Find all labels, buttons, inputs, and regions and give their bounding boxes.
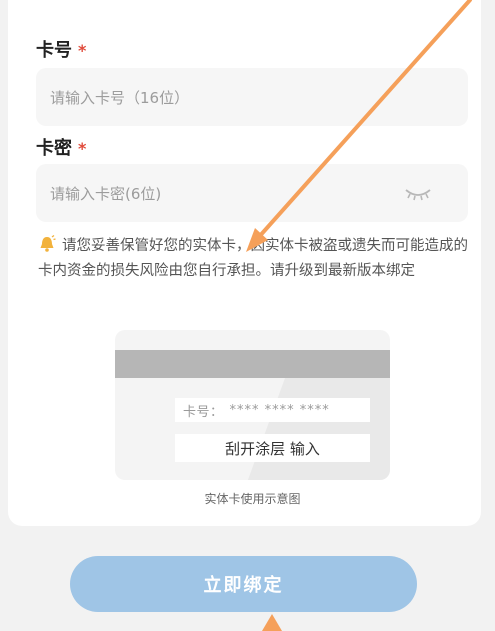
eye-closed-icon[interactable] [404, 182, 432, 204]
physical-card-illustration: 卡号： **** **** **** 刮开涂层 输入 [115, 330, 390, 480]
card-number-label: 卡号 * [36, 36, 86, 62]
required-mark: * [78, 139, 87, 158]
card-shine [244, 378, 390, 480]
card-password-input[interactable]: 请输入卡密(6位) [36, 164, 468, 222]
illustration-scratch-text: 刮开涂层 输入 [225, 439, 320, 458]
illustration-card-number-mask: **** **** **** [229, 402, 330, 418]
illustration-scratch-area: 刮开涂层 输入 [175, 434, 370, 462]
card-number-placeholder: 请输入卡号（16位） [50, 88, 190, 107]
card-magnetic-stripe [115, 350, 390, 378]
bind-now-button-label: 立即绑定 [203, 575, 284, 596]
card-password-placeholder: 请输入卡密(6位) [50, 184, 162, 203]
annotation-arrow-up [262, 614, 282, 631]
bell-icon [40, 235, 56, 252]
card-password-label: 卡密 * [36, 134, 86, 160]
bind-card-panel: 卡号 * 请输入卡号（16位） 卡密 * 请输入卡密(6位) 请您妥善保管好您的实体… [8, 0, 481, 526]
card-number-label-text: 卡号 [36, 40, 72, 61]
illustration-caption: 实体卡使用示意图 [204, 492, 301, 506]
card-number-input[interactable]: 请输入卡号（16位） [36, 68, 468, 126]
notice-text: 请您妥善保管好您的实体卡，因实体卡被盗或遗失而可能造成的卡内资金的损失风险由您自… [38, 238, 468, 279]
security-notice: 请您妥善保管好您的实体卡，因实体卡被盗或遗失而可能造成的卡内资金的损失风险由您自… [38, 234, 470, 284]
required-mark: * [78, 41, 87, 60]
illustration-card-number: 卡号： **** **** **** [175, 398, 370, 422]
bind-now-button[interactable]: 立即绑定 [70, 556, 417, 612]
illustration-card-number-label: 卡号： [183, 404, 224, 420]
card-password-label-text: 卡密 [36, 138, 72, 159]
